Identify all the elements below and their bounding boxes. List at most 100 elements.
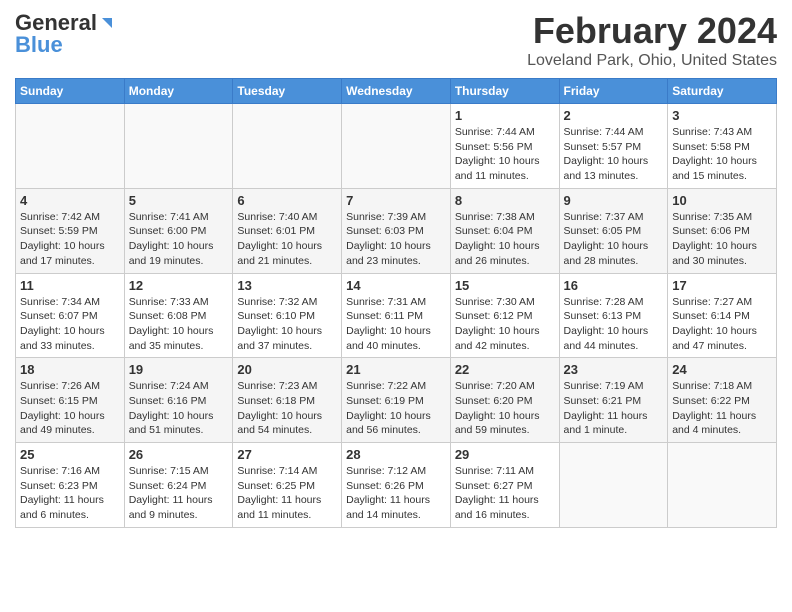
calendar-cell	[233, 104, 342, 189]
col-wednesday: Wednesday	[342, 79, 451, 104]
header: General Blue February 2024 Loveland Park…	[15, 10, 777, 70]
page-container: General Blue February 2024 Loveland Park…	[0, 0, 792, 538]
calendar-cell: 7 Sunrise: 7:39 AM Sunset: 6:03 PM Daylig…	[342, 188, 451, 273]
day-info: Sunrise: 7:18 AM Sunset: 6:22 PM Dayligh…	[672, 379, 772, 438]
day-info: Sunrise: 7:11 AM Sunset: 6:27 PM Dayligh…	[455, 464, 555, 523]
day-number: 5	[129, 193, 229, 208]
calendar-cell: 23 Sunrise: 7:19 AM Sunset: 6:21 PM Dayli…	[559, 358, 668, 443]
day-number: 29	[455, 447, 555, 462]
day-info: Sunrise: 7:31 AM Sunset: 6:11 PM Dayligh…	[346, 295, 446, 354]
day-number: 23	[564, 362, 664, 377]
calendar-cell: 19 Sunrise: 7:24 AM Sunset: 6:16 PM Dayli…	[124, 358, 233, 443]
calendar-cell: 9Sunrise: 7:37 AM Sunset: 6:05 PM Daylig…	[559, 188, 668, 273]
col-tuesday: Tuesday	[233, 79, 342, 104]
day-info: Sunrise: 7:42 AM Sunset: 5:59 PM Dayligh…	[20, 210, 120, 269]
calendar-cell: 6 Sunrise: 7:40 AM Sunset: 6:01 PM Daylig…	[233, 188, 342, 273]
calendar-cell	[342, 104, 451, 189]
calendar-body: 1 Sunrise: 7:44 AM Sunset: 5:56 PM Daylig…	[16, 104, 777, 528]
day-info: Sunrise: 7:41 AM Sunset: 6:00 PM Dayligh…	[129, 210, 229, 269]
day-info: Sunrise: 7:35 AM Sunset: 6:06 PM Dayligh…	[672, 210, 772, 269]
day-number: 26	[129, 447, 229, 462]
calendar-cell: 11 Sunrise: 7:34 AM Sunset: 6:07 PM Dayli…	[16, 273, 125, 358]
calendar-cell: 15Sunrise: 7:30 AM Sunset: 6:12 PM Dayli…	[450, 273, 559, 358]
day-number: 19	[129, 362, 229, 377]
day-number: 18	[20, 362, 120, 377]
calendar-cell: 22 Sunrise: 7:20 AM Sunset: 6:20 PM Dayli…	[450, 358, 559, 443]
day-number: 1	[455, 108, 555, 123]
day-number: 11	[20, 278, 120, 293]
day-info: Sunrise: 7:44 AM Sunset: 5:56 PM Dayligh…	[455, 125, 555, 184]
header-right: February 2024 Loveland Park, Ohio, Unite…	[527, 10, 777, 70]
calendar-cell: 3 Sunrise: 7:43 AM Sunset: 5:58 PM Daylig…	[668, 104, 777, 189]
calendar-header: Sunday Monday Tuesday Wednesday Thursday…	[16, 79, 777, 104]
calendar-cell	[559, 443, 668, 528]
day-number: 7	[346, 193, 446, 208]
day-number: 28	[346, 447, 446, 462]
day-info: Sunrise: 7:14 AM Sunset: 6:25 PM Dayligh…	[237, 464, 337, 523]
calendar-cell: 8 Sunrise: 7:38 AM Sunset: 6:04 PM Daylig…	[450, 188, 559, 273]
day-info: Sunrise: 7:38 AM Sunset: 6:04 PM Dayligh…	[455, 210, 555, 269]
day-number: 20	[237, 362, 337, 377]
calendar-cell: 12 Sunrise: 7:33 AM Sunset: 6:08 PM Dayli…	[124, 273, 233, 358]
calendar-cell: 21 Sunrise: 7:22 AM Sunset: 6:19 PM Dayli…	[342, 358, 451, 443]
calendar-cell: 13Sunrise: 7:32 AM Sunset: 6:10 PM Dayli…	[233, 273, 342, 358]
day-info: Sunrise: 7:40 AM Sunset: 6:01 PM Dayligh…	[237, 210, 337, 269]
day-info: Sunrise: 7:44 AM Sunset: 5:57 PM Dayligh…	[564, 125, 664, 184]
calendar-week-row: 1 Sunrise: 7:44 AM Sunset: 5:56 PM Daylig…	[16, 104, 777, 189]
calendar-cell	[124, 104, 233, 189]
day-number: 27	[237, 447, 337, 462]
calendar-cell: 10Sunrise: 7:35 AM Sunset: 6:06 PM Dayli…	[668, 188, 777, 273]
month-title: February 2024	[527, 10, 777, 52]
calendar-cell: 4 Sunrise: 7:42 AM Sunset: 5:59 PM Daylig…	[16, 188, 125, 273]
col-monday: Monday	[124, 79, 233, 104]
day-info: Sunrise: 7:24 AM Sunset: 6:16 PM Dayligh…	[129, 379, 229, 438]
calendar-cell: 20 Sunrise: 7:23 AM Sunset: 6:18 PM Dayli…	[233, 358, 342, 443]
day-info: Sunrise: 7:15 AM Sunset: 6:24 PM Dayligh…	[129, 464, 229, 523]
day-number: 21	[346, 362, 446, 377]
calendar-cell: 1 Sunrise: 7:44 AM Sunset: 5:56 PM Daylig…	[450, 104, 559, 189]
day-info: Sunrise: 7:28 AM Sunset: 6:13 PM Dayligh…	[564, 295, 664, 354]
day-info: Sunrise: 7:20 AM Sunset: 6:20 PM Dayligh…	[455, 379, 555, 438]
day-info: Sunrise: 7:23 AM Sunset: 6:18 PM Dayligh…	[237, 379, 337, 438]
day-info: Sunrise: 7:22 AM Sunset: 6:19 PM Dayligh…	[346, 379, 446, 438]
calendar-cell: 14 Sunrise: 7:31 AM Sunset: 6:11 PM Dayli…	[342, 273, 451, 358]
calendar-cell: 2 Sunrise: 7:44 AM Sunset: 5:57 PM Daylig…	[559, 104, 668, 189]
logo: General Blue	[15, 10, 116, 58]
day-info: Sunrise: 7:32 AM Sunset: 6:10 PM Dayligh…	[237, 295, 337, 354]
location: Loveland Park, Ohio, United States	[527, 52, 777, 70]
day-info: Sunrise: 7:39 AM Sunset: 6:03 PM Dayligh…	[346, 210, 446, 269]
day-number: 6	[237, 193, 337, 208]
calendar-table: Sunday Monday Tuesday Wednesday Thursday…	[15, 78, 777, 528]
calendar-cell: 18 Sunrise: 7:26 AM Sunset: 6:15 PM Dayli…	[16, 358, 125, 443]
day-info: Sunrise: 7:43 AM Sunset: 5:58 PM Dayligh…	[672, 125, 772, 184]
day-info: Sunrise: 7:19 AM Sunset: 6:21 PM Dayligh…	[564, 379, 664, 438]
header-row: Sunday Monday Tuesday Wednesday Thursday…	[16, 79, 777, 104]
day-info: Sunrise: 7:34 AM Sunset: 6:07 PM Dayligh…	[20, 295, 120, 354]
calendar-cell: 26 Sunrise: 7:15 AM Sunset: 6:24 PM Dayli…	[124, 443, 233, 528]
day-number: 8	[455, 193, 555, 208]
day-number: 24	[672, 362, 772, 377]
day-number: 16	[564, 278, 664, 293]
calendar-cell: 25Sunrise: 7:16 AM Sunset: 6:23 PM Dayli…	[16, 443, 125, 528]
day-info: Sunrise: 7:37 AM Sunset: 6:05 PM Dayligh…	[564, 210, 664, 269]
calendar-week-row: 25Sunrise: 7:16 AM Sunset: 6:23 PM Dayli…	[16, 443, 777, 528]
col-friday: Friday	[559, 79, 668, 104]
day-number: 22	[455, 362, 555, 377]
day-number: 3	[672, 108, 772, 123]
calendar-cell: 5 Sunrise: 7:41 AM Sunset: 6:00 PM Daylig…	[124, 188, 233, 273]
day-info: Sunrise: 7:26 AM Sunset: 6:15 PM Dayligh…	[20, 379, 120, 438]
day-number: 2	[564, 108, 664, 123]
calendar-week-row: 18 Sunrise: 7:26 AM Sunset: 6:15 PM Dayli…	[16, 358, 777, 443]
day-info: Sunrise: 7:27 AM Sunset: 6:14 PM Dayligh…	[672, 295, 772, 354]
calendar-cell: 17Sunrise: 7:27 AM Sunset: 6:14 PM Dayli…	[668, 273, 777, 358]
day-number: 4	[20, 193, 120, 208]
day-info: Sunrise: 7:12 AM Sunset: 6:26 PM Dayligh…	[346, 464, 446, 523]
logo-arrow-icon	[98, 14, 116, 32]
calendar-cell: 27 Sunrise: 7:14 AM Sunset: 6:25 PM Dayli…	[233, 443, 342, 528]
calendar-cell: 28 Sunrise: 7:12 AM Sunset: 6:26 PM Dayli…	[342, 443, 451, 528]
day-info: Sunrise: 7:16 AM Sunset: 6:23 PM Dayligh…	[20, 464, 120, 523]
day-number: 14	[346, 278, 446, 293]
day-info: Sunrise: 7:33 AM Sunset: 6:08 PM Dayligh…	[129, 295, 229, 354]
logo-blue-text: Blue	[15, 32, 63, 58]
day-number: 12	[129, 278, 229, 293]
